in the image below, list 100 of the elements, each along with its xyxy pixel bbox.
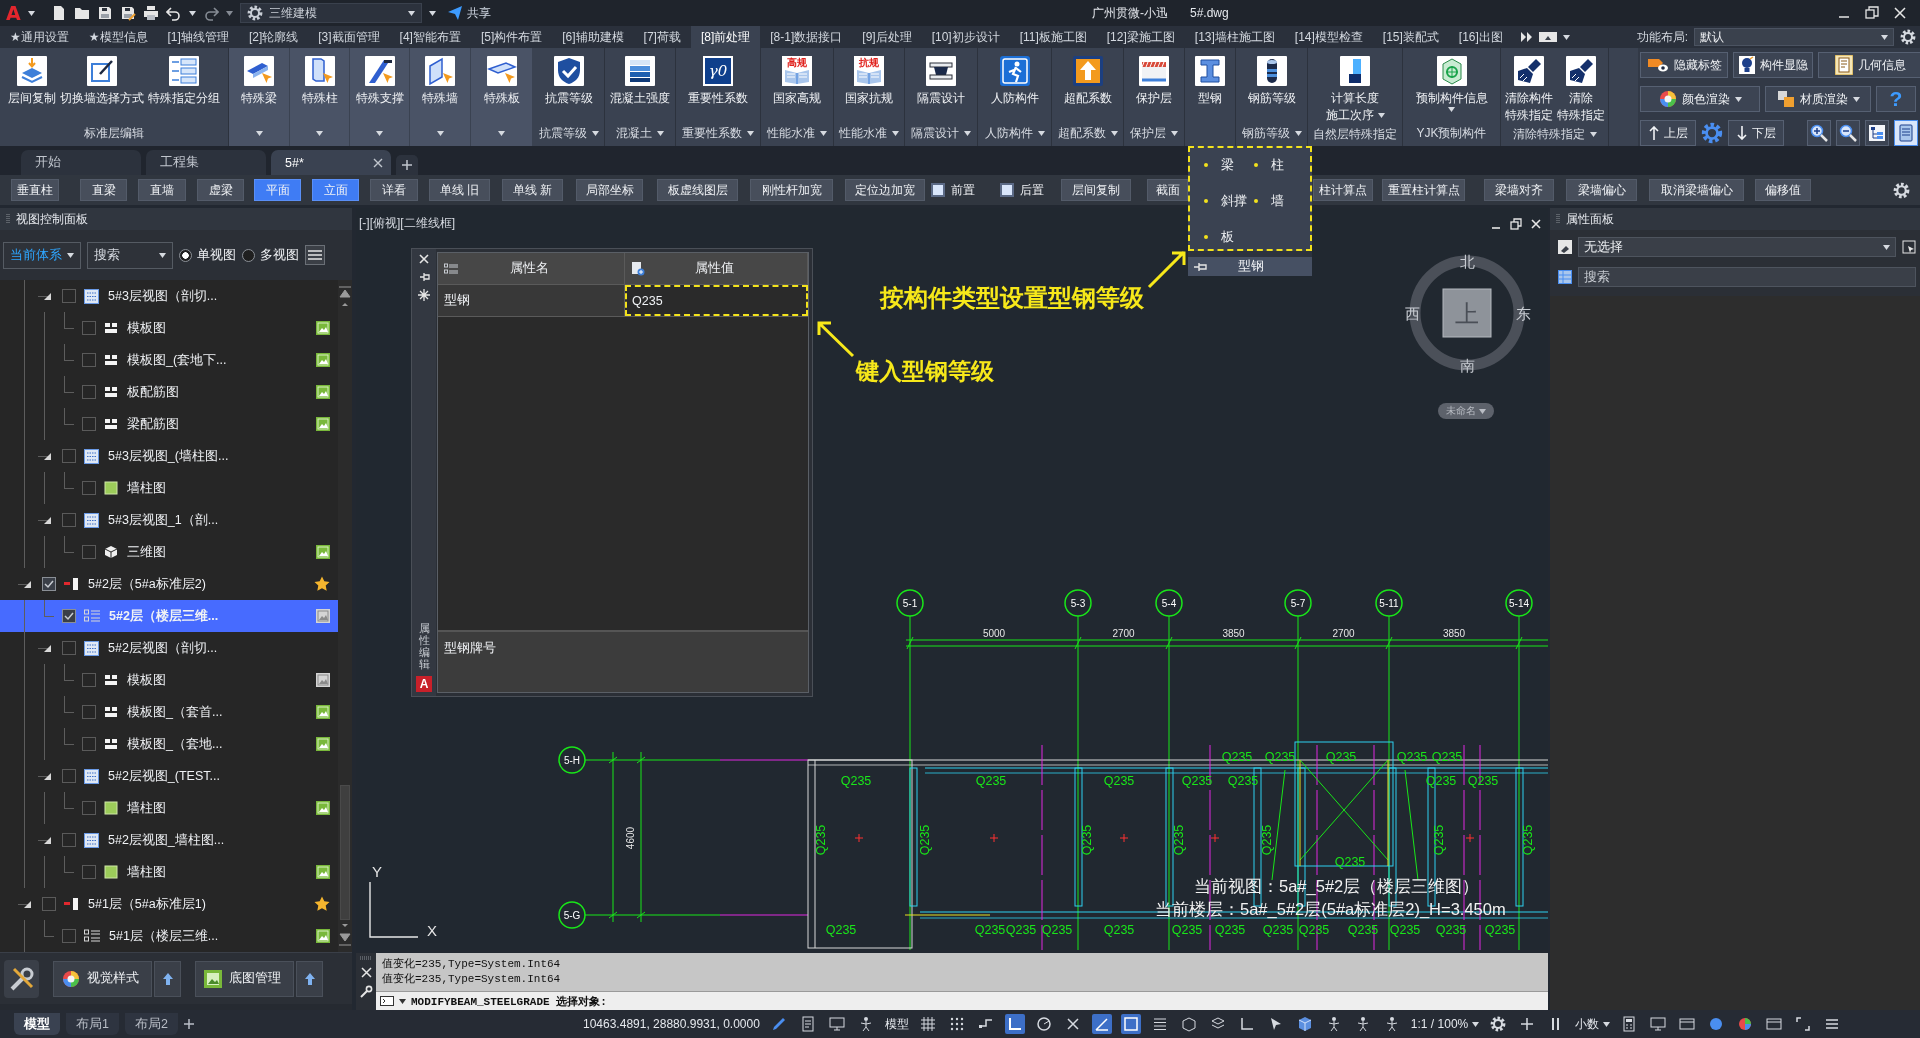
toolbar-button[interactable]: 垂直柱 — [11, 179, 59, 201]
toolbar-button[interactable]: 立面 — [312, 179, 359, 201]
menu-tab[interactable]: [7]荷载 — [633, 26, 691, 48]
toolbar-button[interactable]: 层间复制 — [1061, 179, 1131, 201]
search-field[interactable]: 搜索 — [1578, 267, 1916, 287]
units-dropdown[interactable]: 小数 — [1575, 1015, 1611, 1033]
checkbox[interactable] — [82, 545, 96, 559]
checkbox[interactable] — [82, 417, 96, 431]
asterisk-icon[interactable] — [418, 289, 430, 301]
share-button[interactable]: 共享 — [446, 4, 491, 22]
checkbox[interactable] — [62, 769, 76, 783]
ribbon-button[interactable]: 切换墙选择方式 — [60, 56, 144, 122]
tree-item[interactable]: 5#2层（5#a标准层2) — [0, 568, 338, 600]
toolbar-button[interactable]: 平面 — [254, 179, 301, 201]
screen-icon[interactable] — [1538, 31, 1557, 43]
value-field[interactable]: Q235 — [625, 285, 808, 316]
floor-down-button[interactable]: 下层 — [1728, 120, 1784, 146]
tree-item[interactable]: 墙柱图 — [0, 856, 338, 888]
menu-tab[interactable]: [5]构件布置 — [470, 26, 553, 48]
ribbon-button[interactable]: 人防构件 — [990, 56, 1039, 122]
checkbox[interactable] — [82, 705, 96, 719]
menu-tab[interactable]: [14]模型检查 — [1284, 26, 1373, 48]
selection-dropdown[interactable]: 无选择 — [1578, 237, 1896, 257]
toolbar-button[interactable]: 定位边加宽 — [845, 179, 925, 201]
redo-icon[interactable] — [202, 5, 219, 21]
ribbon-button[interactable]: 钢筋等级 — [1247, 56, 1296, 122]
menu-tab[interactable]: [15]装配式 — [1372, 26, 1449, 48]
ribbon-button[interactable]: 保护层 — [1136, 56, 1172, 122]
checkbox[interactable] — [1000, 183, 1014, 197]
compass-label[interactable]: 南 — [1459, 357, 1475, 374]
layout-tab[interactable]: 布局1 — [66, 1013, 119, 1035]
ribbon-button[interactable]: 超配系数 — [1063, 56, 1112, 122]
group-menu[interactable]: 隔震设计 — [911, 122, 971, 144]
triangle-icon[interactable] — [44, 644, 51, 652]
checkbox[interactable] — [82, 385, 96, 399]
menu-tab[interactable]: [4]智能布置 — [389, 26, 471, 48]
page-button[interactable] — [1894, 120, 1918, 146]
ribbon-button[interactable]: 层间复制 — [8, 56, 56, 122]
ribbon-button[interactable]: 计算长度 施工次序 — [1325, 56, 1385, 124]
angle-icon[interactable] — [1091, 1014, 1112, 1034]
wrench-icon[interactable] — [359, 985, 373, 998]
group-menu[interactable]: 性能水准 — [767, 122, 827, 144]
caret-icon[interactable] — [428, 10, 436, 16]
plus-icon[interactable] — [183, 1019, 194, 1029]
column-header[interactable]: 属性名 — [438, 253, 625, 284]
checkbox[interactable] — [62, 289, 76, 303]
toolbar-checkbox[interactable]: 后置 — [1000, 181, 1054, 199]
toolbar-button[interactable]: 单线 旧 — [429, 179, 490, 201]
close-icon[interactable] — [1530, 218, 1542, 230]
tree-item[interactable]: 5#2层（楼层三维... — [0, 600, 338, 632]
toolbar-button[interactable]: 梁墙对齐 — [1484, 179, 1554, 201]
ribbon-button[interactable]: 混凝土强度 — [610, 56, 670, 122]
corner-icon[interactable] — [1004, 1014, 1025, 1034]
panel-tool-button[interactable]: 视觉样式 — [53, 960, 152, 997]
radio-option[interactable]: 单视图 — [179, 246, 236, 264]
double-chevron-icon[interactable] — [1520, 32, 1533, 42]
radio-icon[interactable] — [179, 248, 192, 262]
caret-icon[interactable] — [188, 10, 196, 16]
menu-item[interactable]: 梁 — [1204, 155, 1254, 175]
group-menu[interactable]: 清除特殊指定 — [1512, 124, 1597, 144]
ribbon-button[interactable]: 特殊指定分组 — [148, 56, 220, 122]
scrollbar[interactable] — [338, 280, 352, 952]
checkbox[interactable] — [82, 737, 96, 751]
menu-tab[interactable]: ★模型信息 — [78, 26, 158, 48]
split-button[interactable]: 特殊柱 — [290, 48, 350, 146]
radio-option[interactable]: 多视图 — [242, 246, 299, 264]
document-tab[interactable]: 5#* — [271, 150, 391, 175]
layout-tab[interactable]: 模型 — [14, 1013, 60, 1035]
render-dropdown[interactable]: 材质渲染 — [1765, 86, 1871, 112]
pin-icon[interactable] — [418, 271, 430, 283]
tree-item[interactable]: 5#2层视图_墙柱图... — [0, 824, 338, 856]
toolbar-button[interactable]: 直梁 — [80, 179, 127, 201]
expand-up-button[interactable] — [296, 960, 323, 997]
menu-tab[interactable]: [2]轮廓线 — [238, 26, 309, 48]
checkbox[interactable] — [931, 183, 945, 197]
toolbar-button[interactable]: 刚性杆加宽 — [750, 179, 833, 201]
workspace-dropdown[interactable]: 三维建模 — [239, 3, 422, 23]
menu-tab[interactable]: ★通用设置 — [0, 26, 79, 48]
menu-tab[interactable]: [13]墙柱施工图 — [1184, 26, 1285, 48]
toolbar-button[interactable]: 虚梁 — [197, 179, 244, 201]
tree-item[interactable]: 梁配筋图 — [0, 408, 338, 440]
caret-icon[interactable] — [225, 10, 233, 16]
triangle-icon[interactable] — [44, 292, 51, 300]
triangle-icon[interactable] — [44, 516, 51, 524]
scroll-thumb[interactable] — [340, 785, 350, 920]
group-menu[interactable]: 钢筋等级 — [1241, 122, 1302, 144]
triangle-icon[interactable] — [44, 772, 51, 780]
tree-item[interactable]: 5#2层视图_(TEST... — [0, 760, 338, 792]
checkbox[interactable] — [62, 513, 76, 527]
radio-icon[interactable] — [242, 248, 255, 262]
menu-tab[interactable]: [8-1]数据接口 — [760, 26, 853, 48]
floor-up-button[interactable]: 上层 — [1640, 120, 1696, 146]
tree-item[interactable]: 5#3层视图_1（剖... — [0, 504, 338, 536]
ribbon-button[interactable]: 高规 国家高规 — [773, 56, 821, 122]
checkbox[interactable] — [42, 577, 56, 591]
panel-button[interactable]: 几何信息 — [1818, 52, 1920, 78]
compass-label[interactable]: 东 — [1515, 305, 1531, 322]
ribbon-button[interactable]: 隔震设计 — [917, 56, 965, 122]
close-icon[interactable] — [418, 253, 430, 265]
tree-item[interactable]: 模板图 — [0, 312, 338, 344]
